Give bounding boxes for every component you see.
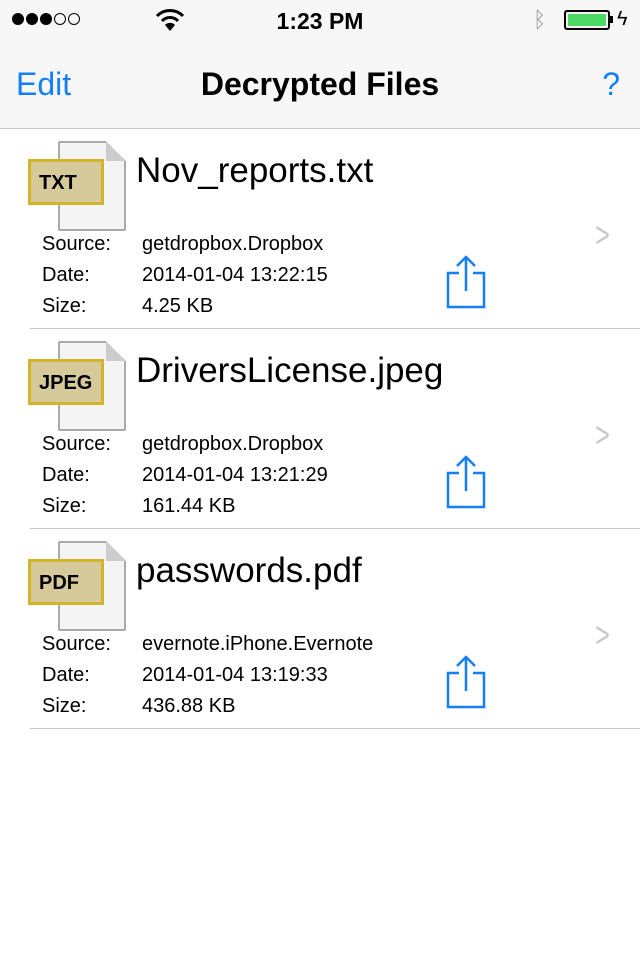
status-bar: 1:23 PM ᛒ ϟ [0,0,640,40]
file-list-item[interactable]: PDF passwords.pdf Source: evernote.iPhone… [0,529,640,729]
size-label: Size: [42,695,87,717]
size-label: Size: [42,295,87,317]
chevron-right-icon: > [595,614,610,655]
source-label: Source: [42,433,111,455]
help-button[interactable]: ? [602,66,620,103]
file-meta: Source: getdropbox.Dropbox Date: 2014-01-0… [42,429,328,522]
date-label: Date: [42,464,90,486]
chevron-right-icon: > [595,214,610,255]
file-source: evernote.iPhone.Evernote [142,633,374,655]
file-list-item[interactable]: TXT Nov_reports.txt Source: getdropbox.Dr… [0,129,640,329]
file-size: 4.25 KB [142,295,214,317]
file-date: 2014-01-04 13:19:33 [142,664,328,686]
page-title: Decrypted Files [200,66,440,102]
source-label: Source: [42,633,111,655]
file-type-badge: JPEG [28,359,104,405]
share-icon[interactable] [446,655,486,709]
file-meta: Source: evernote.iPhone.Evernote Date: 201… [42,629,373,722]
chevron-right-icon: > [595,414,610,455]
file-meta: Source: getdropbox.Dropbox Date: 2014-01-0… [42,229,328,322]
file-type-badge: PDF [28,559,104,605]
file-list-item[interactable]: JPEG DriversLicense.jpeg Source: getdropb… [0,329,640,529]
battery-icon [564,10,610,30]
source-label: Source: [42,233,111,255]
share-icon[interactable] [446,255,486,309]
file-type-badge: TXT [28,159,104,205]
date-label: Date: [42,264,90,286]
file-name: DriversLicense.jpeg [136,351,444,390]
file-name: passwords.pdf [136,551,362,590]
date-label: Date: [42,664,90,686]
file-size: 161.44 KB [142,495,236,517]
divider [30,728,640,729]
file-source: getdropbox.Dropbox [142,433,324,455]
navigation-bar: 1:23 PM ᛒ ϟ Edit Decrypted Files ? [0,0,640,129]
bluetooth-icon: ᛒ [533,7,547,32]
file-date: 2014-01-04 13:21:29 [142,464,328,486]
charging-bolt-icon: ϟ [617,8,628,30]
file-source: getdropbox.Dropbox [142,233,324,255]
file-size: 436.88 KB [142,695,236,717]
file-name: Nov_reports.txt [136,151,374,190]
size-label: Size: [42,495,87,517]
share-icon[interactable] [446,455,486,509]
file-date: 2014-01-04 13:22:15 [142,264,328,286]
